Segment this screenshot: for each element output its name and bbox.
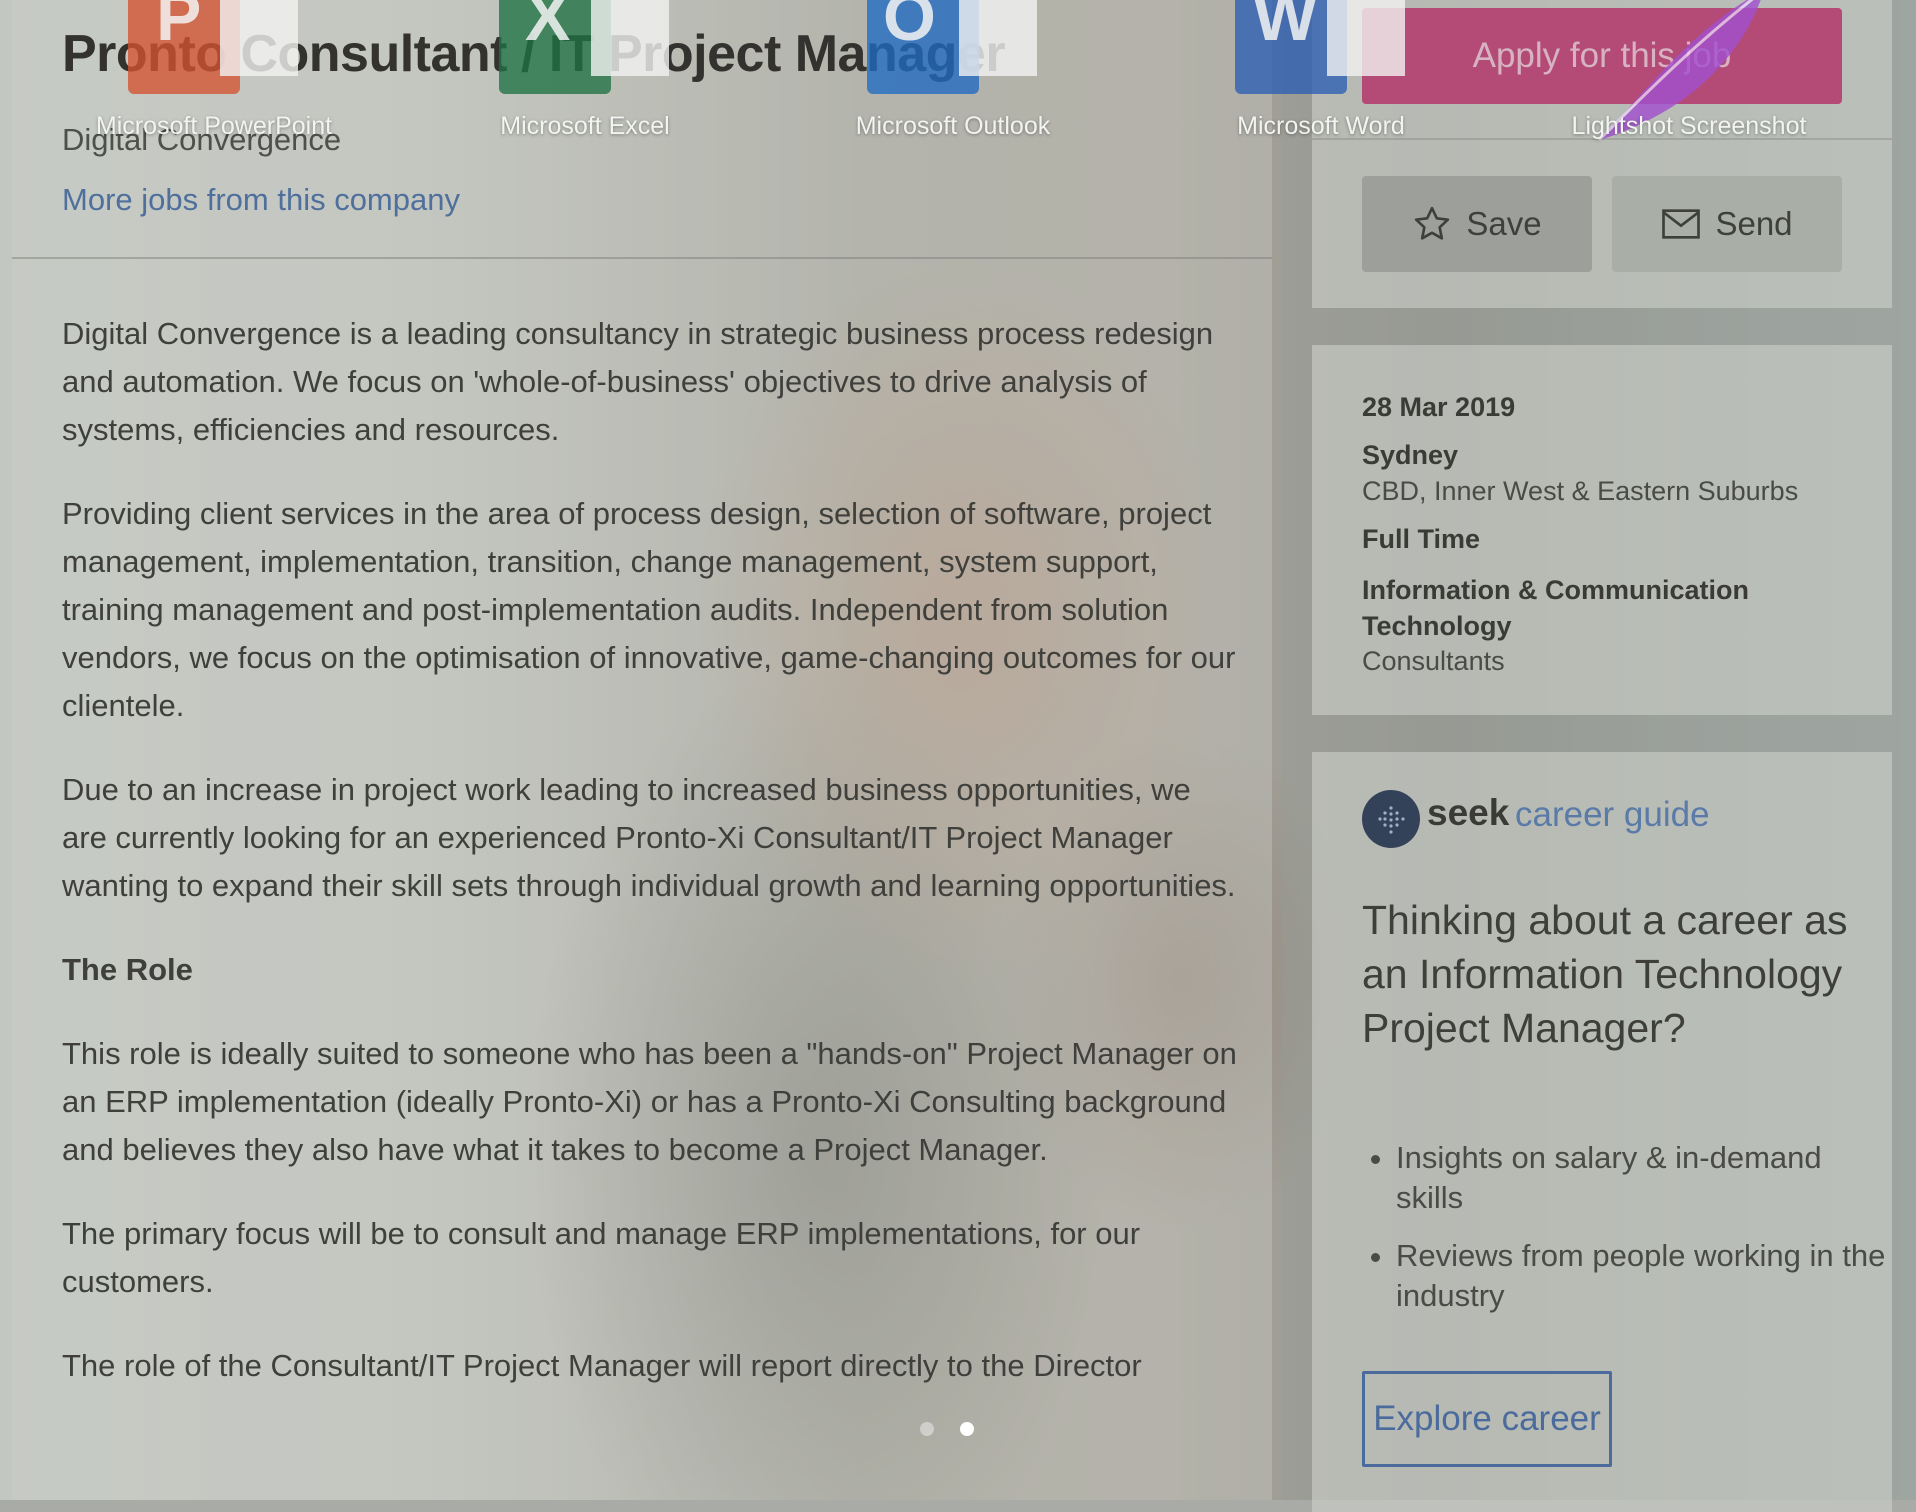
dock-item-word[interactable]: W Microsoft Word xyxy=(1151,0,1491,150)
description-paragraph: This role is ideally suited to someone w… xyxy=(62,1036,1237,1167)
description-paragraph: Providing client services in the area of… xyxy=(62,496,1236,723)
page-dot[interactable] xyxy=(920,1422,934,1436)
dock-item-lightshot[interactable]: Lightshot Screenshot xyxy=(1519,0,1859,150)
job-location-city: Sydney xyxy=(1362,440,1459,470)
dock-label: Microsoft Outlook xyxy=(855,112,1051,140)
excel-letter: X xyxy=(525,0,571,55)
send-label: Send xyxy=(1715,205,1793,242)
job-sub-classification: Consultants xyxy=(1362,646,1505,676)
dock-label: Microsoft Excel xyxy=(500,112,670,140)
header-divider xyxy=(12,257,1272,259)
description-paragraph: The role of the Consultant/IT Project Ma… xyxy=(62,1348,1142,1383)
excel-grid-icon xyxy=(591,0,669,76)
outlook-envelope-icon xyxy=(959,0,1037,76)
description-paragraph: The primary focus will be to consult and… xyxy=(62,1216,1141,1299)
dock-label: Lightshot Screenshot xyxy=(1571,112,1807,140)
description-paragraph: Digital Convergence is a leading consult… xyxy=(62,316,1214,447)
explore-career-button[interactable]: Explore career xyxy=(1362,1371,1612,1467)
dock-label: Microsoft PowerPoint xyxy=(95,112,333,140)
page-dot-active[interactable] xyxy=(960,1422,974,1436)
dock-label: Microsoft Word xyxy=(1237,112,1405,140)
role-heading: The Role xyxy=(62,952,193,987)
description-paragraph: Due to an increase in project work leadi… xyxy=(62,772,1236,903)
outlook-letter: O xyxy=(883,0,936,55)
job-description: Digital Convergence is a leading consult… xyxy=(62,310,1242,1426)
seek-brand: seek xyxy=(1427,792,1510,833)
word-letter: W xyxy=(1253,0,1318,55)
job-ad-page: Pronto Consultant / IT Project Manager D… xyxy=(0,0,1916,1512)
word-doc-icon xyxy=(1327,0,1405,76)
dock-item-powerpoint[interactable]: P Microsoft PowerPoint xyxy=(44,0,384,150)
dock-item-outlook[interactable]: O Microsoft Outlook xyxy=(783,0,1123,150)
job-location-area: CBD, Inner West & Eastern Suburbs xyxy=(1362,476,1799,506)
send-button[interactable]: Send xyxy=(1612,176,1842,272)
dock-item-excel[interactable]: X Microsoft Excel xyxy=(415,0,755,150)
powerpoint-letter: P xyxy=(156,0,202,55)
list-item: Insights on salary & in-demand skills xyxy=(1396,1138,1896,1218)
listing-date: 28 Mar 2019 xyxy=(1362,392,1516,422)
job-classification: Information & Communication Technology xyxy=(1362,575,1749,641)
save-button[interactable]: Save xyxy=(1362,176,1592,272)
career-guide-label: career guide xyxy=(1515,795,1710,834)
envelope-icon xyxy=(1662,209,1701,239)
career-guide-bullets: Insights on salary & in-demand skills Re… xyxy=(1362,1138,1896,1334)
work-type: Full Time xyxy=(1362,524,1481,554)
star-icon xyxy=(1415,206,1450,240)
more-jobs-link[interactable]: More jobs from this company xyxy=(62,182,460,218)
powerpoint-doc-icon xyxy=(220,0,298,76)
save-label: Save xyxy=(1466,205,1542,242)
seek-logo-icon xyxy=(1362,790,1420,848)
career-guide-heading: Thinking about a career as an Informatio… xyxy=(1362,897,1848,1051)
list-item: Reviews from people working in the indus… xyxy=(1396,1236,1896,1316)
launcher-page-indicator xyxy=(920,1422,974,1436)
